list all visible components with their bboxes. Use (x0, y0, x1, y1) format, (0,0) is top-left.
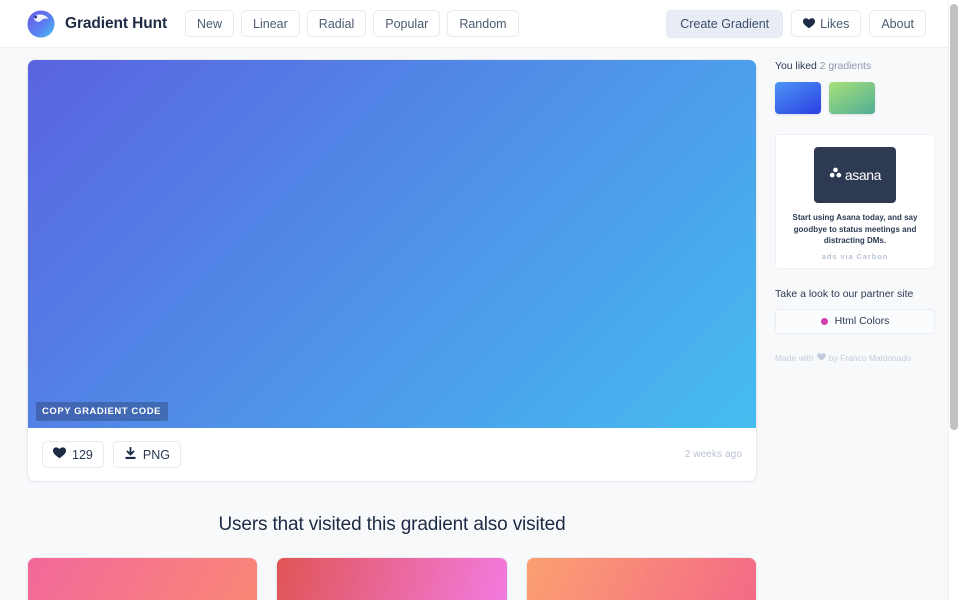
ad-attribution[interactable]: ads via Carbon (785, 252, 925, 261)
liked-count-text: 2 gradients (819, 60, 872, 72)
main-content: COPY GRADIENT CODE 129 PNG 2 weeks ago U… (28, 60, 756, 600)
likes-button[interactable]: Likes (791, 10, 862, 37)
heart-icon (53, 447, 66, 462)
liked-prefix: You liked (775, 60, 820, 72)
main-nav: New Linear Radial Popular Random (185, 10, 519, 37)
ad-logo[interactable]: asana (814, 147, 896, 203)
made-with-suffix[interactable]: by Franco Maldonado (829, 353, 911, 363)
partner-button-label: Html Colors (834, 315, 890, 328)
page-scrollbar-track[interactable] (948, 0, 960, 600)
about-button[interactable]: About (869, 10, 926, 37)
made-with-prefix: Made with (775, 352, 814, 363)
related-gradient-2[interactable] (277, 558, 507, 600)
liked-gradients-row (775, 82, 935, 114)
liked-swatch-2[interactable] (829, 82, 875, 114)
partner-site-label: Take a look to our partner site (775, 287, 914, 300)
liked-gradients-label: You liked 2 gradients (775, 60, 935, 72)
nav-linear[interactable]: Linear (241, 10, 300, 37)
related-gradient-card-1[interactable] (28, 558, 258, 600)
carbon-ad-card: asana Start using Asana today, and say g… (775, 134, 935, 269)
nav-radial[interactable]: Radial (306, 10, 367, 37)
time-ago: 2 weeks ago (684, 449, 742, 460)
likes-label: Likes (820, 16, 850, 31)
featured-gradient-footer: 129 PNG 2 weeks ago (28, 428, 756, 481)
page-scrollbar-thumb[interactable] (950, 4, 958, 430)
brand-name: Gradient Hunt (65, 14, 168, 32)
top-navbar: Gradient Hunt New Linear Radial Popular … (0, 0, 948, 48)
heart-icon (816, 352, 826, 363)
related-section-title: Users that visited this gradient also vi… (218, 514, 566, 535)
asana-dots-icon (829, 166, 842, 184)
nav-popular[interactable]: Popular (373, 10, 441, 37)
create-gradient-button[interactable]: Create Gradient (666, 9, 784, 38)
made-with-credit: Made with by Franco Maldonado (775, 353, 935, 363)
featured-gradient-card: COPY GRADIENT CODE 129 PNG 2 weeks ago (28, 60, 756, 481)
gradient-blob-logo-icon (26, 9, 56, 39)
download-png-button[interactable]: PNG (112, 441, 181, 468)
nav-new[interactable]: New (185, 10, 235, 37)
ad-body-text[interactable]: Start using Asana today, and say goodbye… (785, 212, 925, 247)
header-actions: Create Gradient Likes About (666, 9, 926, 38)
heart-icon (803, 18, 816, 29)
color-dot-icon (820, 317, 828, 325)
like-button[interactable]: 129 (42, 441, 104, 468)
download-icon (124, 446, 137, 463)
related-gradient-card-3[interactable] (526, 558, 756, 600)
related-gradient-3[interactable] (526, 558, 756, 600)
related-gradient-card-2[interactable] (277, 558, 507, 600)
brand[interactable]: Gradient Hunt (26, 9, 167, 39)
liked-swatch-1[interactable] (775, 82, 821, 114)
ad-logo-text: asana (844, 167, 882, 183)
related-gradients-grid (28, 558, 756, 600)
featured-gradient-swatch[interactable]: COPY GRADIENT CODE (28, 60, 756, 428)
download-label: PNG (142, 447, 170, 462)
page-root: Gradient Hunt New Linear Radial Popular … (0, 0, 960, 600)
nav-random[interactable]: Random (447, 10, 519, 37)
partner-site-button[interactable]: Html Colors (775, 308, 935, 334)
related-gradient-1[interactable] (28, 558, 258, 600)
sidebar: You liked 2 gradients asana Start using … (775, 60, 935, 363)
copy-gradient-code-button[interactable]: COPY GRADIENT CODE (36, 402, 168, 421)
like-count: 129 (72, 447, 93, 462)
